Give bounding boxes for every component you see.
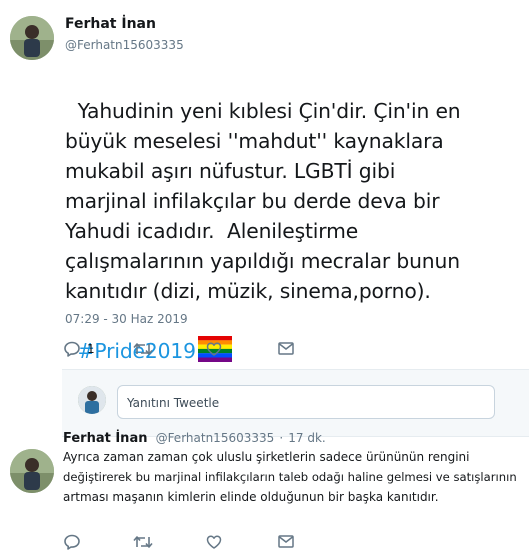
reply-icon (64, 534, 80, 550)
reply-header: Ferhat İnan @Ferhatn15603335 · 17 dk. (63, 427, 326, 446)
reply-count: 1 (87, 342, 95, 356)
reply-author-name[interactable]: Ferhat İnan (63, 431, 147, 446)
reply-time-ago[interactable]: 17 dk. (288, 431, 325, 445)
reply-text-line: Ayrıca zaman zaman çok uluslu şirketleri… (63, 450, 470, 464)
reply-tweet-message-button[interactable] (278, 535, 294, 548)
reply-separator: · (279, 431, 284, 445)
reply-tweet-retweet-button[interactable] (133, 535, 153, 549)
reply-text: Ayrıca zaman zaman çok uluslu şirketleri… (63, 447, 527, 507)
retweet-icon (133, 536, 153, 548)
reply-text-line: artması maşanın kimlerin elinde olduğunu… (63, 490, 439, 504)
compose-avatar (78, 386, 106, 414)
reply-button[interactable]: 1 (63, 341, 95, 357)
retweet-button[interactable] (133, 342, 153, 356)
reply-tweet-reply-button[interactable] (63, 534, 81, 550)
reply-author-avatar[interactable] (10, 449, 54, 493)
reply-placeholder: Yanıtını Tweetle (127, 396, 220, 410)
reply-text-line: değiştirerek bu marjinal infilakçıların … (63, 470, 517, 484)
author-avatar[interactable] (10, 16, 54, 60)
reply-input[interactable]: Yanıtını Tweetle (117, 385, 495, 419)
reply-author-handle[interactable]: @Ferhatn15603335 (156, 431, 275, 445)
tweet-body: Yahudinin yeni kıblesi Çin'dir. Çin'in e… (65, 99, 461, 303)
reply-icon (64, 341, 80, 357)
like-icon (206, 535, 222, 549)
message-icon (278, 342, 294, 355)
message-button[interactable] (278, 342, 294, 355)
reply-tweet-like-button[interactable] (206, 535, 222, 549)
message-icon (278, 535, 294, 548)
like-icon (206, 342, 222, 356)
retweet-icon (133, 343, 153, 355)
author-name[interactable]: Ferhat İnan (65, 16, 156, 32)
tweet-timestamp[interactable]: 07:29 - 30 Haz 2019 (65, 312, 188, 326)
like-button[interactable] (206, 342, 222, 356)
author-handle[interactable]: @Ferhatn15603335 (65, 38, 184, 52)
